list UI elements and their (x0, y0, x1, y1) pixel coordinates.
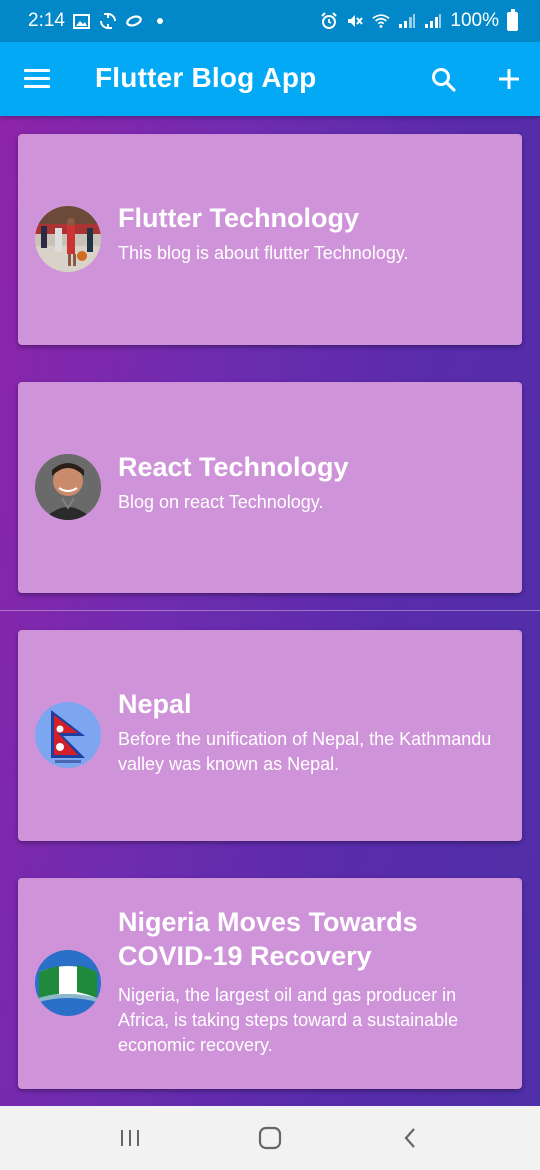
blog-text: Flutter Technology This blog is about fl… (118, 201, 506, 266)
blog-description: Blog on react Technology. (118, 492, 324, 512)
recent-apps-button[interactable] (110, 1118, 150, 1158)
add-button[interactable] (494, 64, 524, 94)
blog-text: Nigeria Moves Towards COVID-19 Recovery … (118, 905, 506, 1058)
menu-icon-bar (24, 77, 50, 80)
blog-text: Nepal Before the unification of Nepal, t… (118, 687, 506, 777)
battery-percent: 100% (450, 10, 499, 31)
blog-title: Flutter Technology (118, 203, 359, 233)
app-bar: Flutter Blog App (0, 42, 540, 116)
recent-apps-icon (121, 1130, 139, 1146)
link-icon (125, 12, 143, 30)
blog-avatar (35, 206, 101, 272)
blog-title: React Technology (118, 452, 349, 482)
mute-icon (346, 12, 364, 30)
app-title: Flutter Blog App (95, 62, 317, 93)
menu-button[interactable] (24, 69, 50, 89)
blog-card[interactable]: Nigeria Moves Towards COVID-19 Recovery … (18, 878, 522, 1089)
blog-card[interactable]: React Technology Blog on react Technolog… (18, 382, 522, 593)
blog-text: React Technology Blog on react Technolog… (118, 450, 506, 515)
status-left: 2:14 (28, 10, 169, 32)
system-nav-bar (0, 1106, 540, 1170)
blog-description: Nigeria, the largest oil and gas produce… (118, 985, 459, 1055)
blog-description: Before the unification of Nepal, the Kat… (118, 729, 492, 774)
wifi-icon (372, 12, 390, 30)
blog-avatar (35, 950, 101, 1016)
alarm-icon (320, 12, 338, 30)
blog-description: This blog is about flutter Technology. (118, 243, 409, 263)
sync-icon (99, 12, 117, 30)
blog-title: Nigeria Moves Towards COVID-19 Recovery (118, 907, 418, 971)
search-button[interactable] (430, 66, 458, 94)
battery-icon (507, 8, 518, 31)
menu-icon-bar (24, 85, 50, 88)
back-button[interactable] (390, 1118, 430, 1158)
home-button[interactable] (250, 1118, 290, 1158)
blog-list[interactable]: Flutter Technology This blog is about fl… (0, 116, 540, 1106)
blog-avatar (35, 702, 101, 768)
add-icon (499, 69, 519, 89)
search-icon (432, 68, 456, 92)
home-icon (258, 1126, 282, 1150)
dot-icon (151, 12, 169, 30)
status-time: 2:14 (28, 10, 65, 31)
image-icon (73, 12, 91, 30)
status-bar: 2:14 100% (0, 0, 540, 42)
list-divider (0, 610, 540, 611)
blog-card[interactable]: Flutter Technology This blog is about fl… (18, 134, 522, 345)
signal-icon (398, 12, 416, 30)
blog-avatar (35, 454, 101, 520)
menu-icon-bar (24, 69, 50, 72)
back-icon (404, 1128, 415, 1148)
blog-title: Nepal (118, 689, 192, 719)
signal-icon (424, 12, 442, 30)
blog-card[interactable]: Nepal Before the unification of Nepal, t… (18, 630, 522, 841)
status-right: 100% (320, 8, 518, 32)
